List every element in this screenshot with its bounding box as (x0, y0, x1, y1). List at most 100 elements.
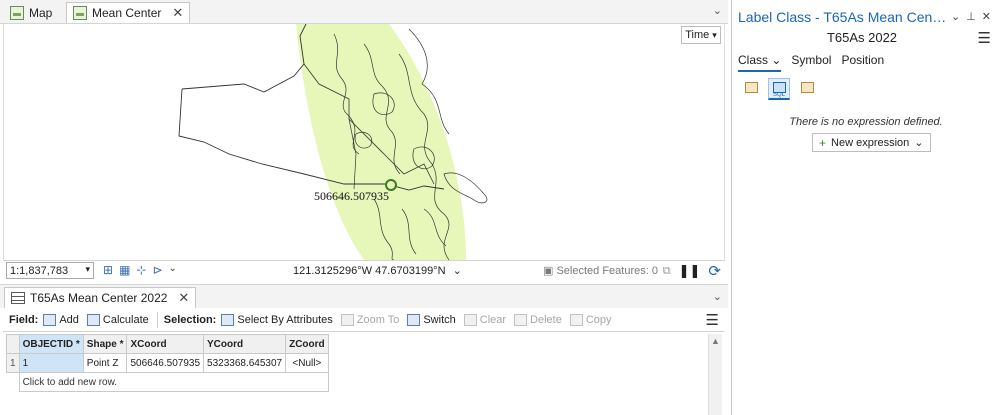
scale-value: 1:1,837,783 (10, 264, 69, 277)
switch-selection-icon (407, 313, 421, 326)
cell-shape[interactable]: Point Z (82, 353, 128, 373)
fixed-zoom-icon[interactable]: ⊞ (103, 263, 113, 277)
sql-query-icon[interactable]: SQL (768, 78, 790, 100)
click-to-add-row[interactable]: Click to add new row. (18, 372, 329, 392)
tab-mean-center[interactable]: Mean Center ✕ (66, 2, 191, 23)
tab-class[interactable]: Class ⌄ (738, 53, 782, 72)
column-header-objectid[interactable]: OBJECTID * (18, 334, 84, 354)
tab-symbol[interactable]: Symbol (791, 53, 831, 72)
scale-selector[interactable]: 1:1,837,783 ▾ (6, 262, 94, 279)
column-header-zcoord[interactable]: ZCoord (285, 334, 329, 354)
tab-position[interactable]: Position (841, 53, 884, 72)
zoom-to-label: Zoom To (356, 313, 400, 326)
switch-selection-button[interactable]: Switch (407, 313, 456, 326)
no-expression-message: There is no expression defined. (789, 116, 943, 128)
tab-map[interactable]: Map (4, 2, 58, 23)
navigate-icon[interactable]: ⊳ (152, 263, 162, 277)
coordinate-readout[interactable]: 121.3125296°W 47.6703199°N ⌄ (293, 264, 462, 277)
row-header-corner (6, 334, 20, 354)
column-header-xcoord[interactable]: XCoord (126, 334, 205, 354)
pause-icon[interactable]: ❚❚ (679, 263, 701, 279)
add-field-label: Add (59, 313, 79, 326)
table-icon (11, 292, 25, 304)
delete-button[interactable]: Delete (514, 313, 562, 326)
pin-icon[interactable]: ⊥ (966, 10, 976, 23)
toolbar-divider (156, 311, 158, 328)
tab-map-label: Map (29, 5, 53, 20)
row-number[interactable]: 1 (6, 353, 20, 373)
refresh-icon[interactable]: ⟳ (708, 262, 721, 280)
chevron-down-icon[interactable]: ⌄ (169, 263, 177, 277)
chevron-up-icon[interactable]: ▲ (711, 336, 720, 346)
cell-zcoord[interactable]: <Null> (285, 353, 329, 373)
calculator-icon (86, 313, 100, 326)
new-expression-label: New expression (831, 136, 910, 149)
selected-features-count[interactable]: ▣ Selected Features: 0 (543, 264, 658, 277)
attribute-table: OBJECTID * Shape * XCoord YCoord ZCoord … (3, 334, 725, 415)
refresh-layer-icon[interactable]: ⧉ (663, 265, 671, 278)
close-icon[interactable]: ✕ (178, 290, 189, 306)
chevron-down-icon[interactable]: ⌄ (713, 4, 722, 17)
chevron-down-icon: ⌄ (771, 53, 782, 67)
chevron-down-icon: ⌄ (914, 137, 924, 149)
layer-name: T65As 2022 (826, 30, 898, 45)
clear-selection-label: Clear (479, 313, 507, 326)
map-view[interactable]: Time ▾ 506646.507935 (3, 24, 725, 260)
column-header-ycoord[interactable]: YCoord (203, 334, 287, 354)
status-right-controls: ⧉ ❚❚ ⟳ (663, 262, 721, 280)
selection-label: Selection: (163, 313, 217, 326)
arcgis-pro-window: Map Mean Center ✕ ⌄ Time ▾ 506646.507935… (0, 0, 999, 415)
table-tabbar: T65As Mean Center 2022 ✕ ⌄ (0, 284, 728, 308)
plus-icon: + (819, 135, 827, 150)
calculate-field-button[interactable]: Calculate (86, 313, 149, 326)
label-class-icon[interactable] (740, 78, 762, 100)
close-icon[interactable]: ✕ (172, 5, 183, 21)
map-icon (73, 6, 87, 20)
copy-label: Copy (585, 313, 612, 326)
land-outline-north (181, 24, 307, 93)
select-by-attributes-icon (221, 313, 235, 326)
pane-title: Label Class - T65As Mean Center... (738, 9, 948, 25)
cell-xcoord[interactable]: 506646.507935 (126, 353, 205, 373)
visibility-range-icon[interactable] (796, 78, 818, 100)
grid-icon[interactable]: ▦ (119, 263, 130, 277)
snapping-icon[interactable]: ⊹ (136, 263, 146, 277)
chevron-down-icon[interactable]: ⌄ (951, 10, 960, 23)
cell-ycoord[interactable]: 5323368.645307 (203, 353, 287, 373)
add-field-button[interactable]: Add (43, 313, 79, 326)
zoom-to-icon (340, 313, 354, 326)
map-canvas (178, 24, 488, 260)
chevron-down-icon: ▾ (85, 264, 90, 274)
pane-menu-icon[interactable]: ☰ (978, 29, 991, 47)
new-expression-button[interactable]: + New expression ⌄ (812, 133, 931, 152)
selected-features-text: Selected Features: 0 (556, 265, 658, 277)
clear-selection-button[interactable]: Clear (463, 313, 507, 326)
chevron-down-icon: ▾ (712, 29, 717, 40)
table-menu-icon[interactable]: ☰ (706, 311, 719, 329)
tab-class-label: Class (738, 53, 769, 67)
class-subtabs: SQL (740, 78, 818, 100)
switch-selection-label: Switch (423, 313, 456, 326)
select-by-attributes-button[interactable]: Select By Attributes (221, 313, 333, 326)
cell-objectid[interactable]: 1 (18, 353, 84, 373)
add-row[interactable]: Click to add new row. (6, 372, 329, 392)
field-label: Field: (9, 313, 39, 326)
table-scrollbar[interactable]: ▲ (708, 334, 722, 415)
zoom-to-button[interactable]: Zoom To (340, 313, 400, 326)
map-tabbar: Map Mean Center ✕ ⌄ (0, 0, 728, 24)
tab-attribute-table-label: T65As Mean Center 2022 (30, 291, 168, 305)
tab-attribute-table[interactable]: T65As Mean Center 2022 ✕ (4, 287, 197, 308)
table-row[interactable]: 1 1 Point Z 506646.507935 5323368.645307… (6, 353, 329, 373)
chevron-down-icon[interactable]: ⌄ (713, 290, 722, 303)
copy-icon (569, 313, 583, 326)
close-icon[interactable]: ✕ (982, 10, 991, 23)
time-slider-button[interactable]: Time ▾ (681, 26, 721, 44)
column-header-shape[interactable]: Shape * (82, 334, 128, 354)
time-label: Time (685, 29, 710, 41)
map-icon (10, 5, 24, 20)
pane-tabs: Class ⌄ Symbol Position (738, 53, 884, 72)
delete-label: Delete (530, 313, 562, 326)
chevron-down-icon: ⌄ (452, 265, 462, 277)
copy-button[interactable]: Copy (569, 313, 612, 326)
point-label: 506646.507935 (314, 189, 389, 203)
